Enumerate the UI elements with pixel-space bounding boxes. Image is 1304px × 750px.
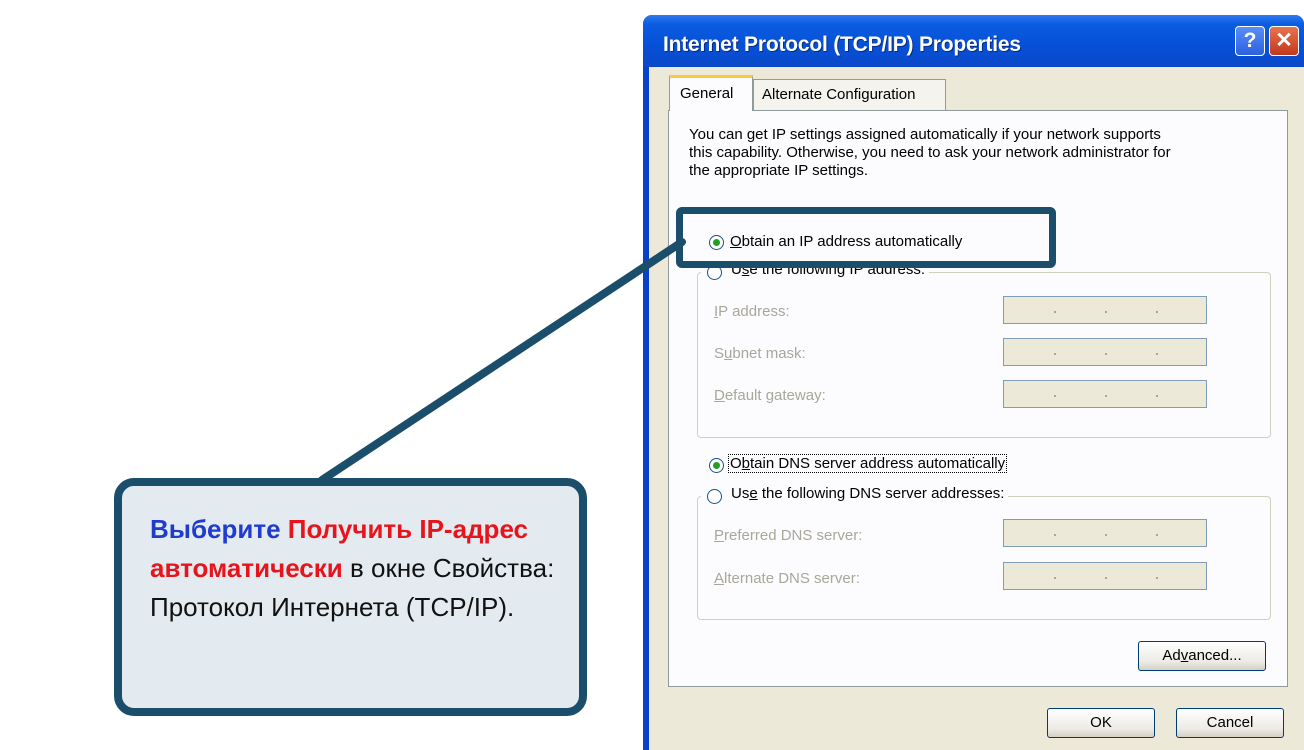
connector-line	[318, 238, 686, 484]
callout-select-word: Выберите	[150, 514, 288, 544]
callout-text: Выберите Получить IP-адрес автоматически…	[150, 510, 554, 627]
callout-window-text: в окне Свойства:	[342, 553, 555, 583]
instruction-callout: Выберите Получить IP-адрес автоматически…	[114, 478, 587, 716]
callout-window-name: Протокол Интернета (TCP/IP).	[150, 592, 515, 622]
tab-general[interactable]: General	[669, 75, 753, 111]
callout-option-name: Получить IP-адрес	[287, 514, 529, 544]
callout-option-name-cont: автоматически	[150, 553, 343, 583]
